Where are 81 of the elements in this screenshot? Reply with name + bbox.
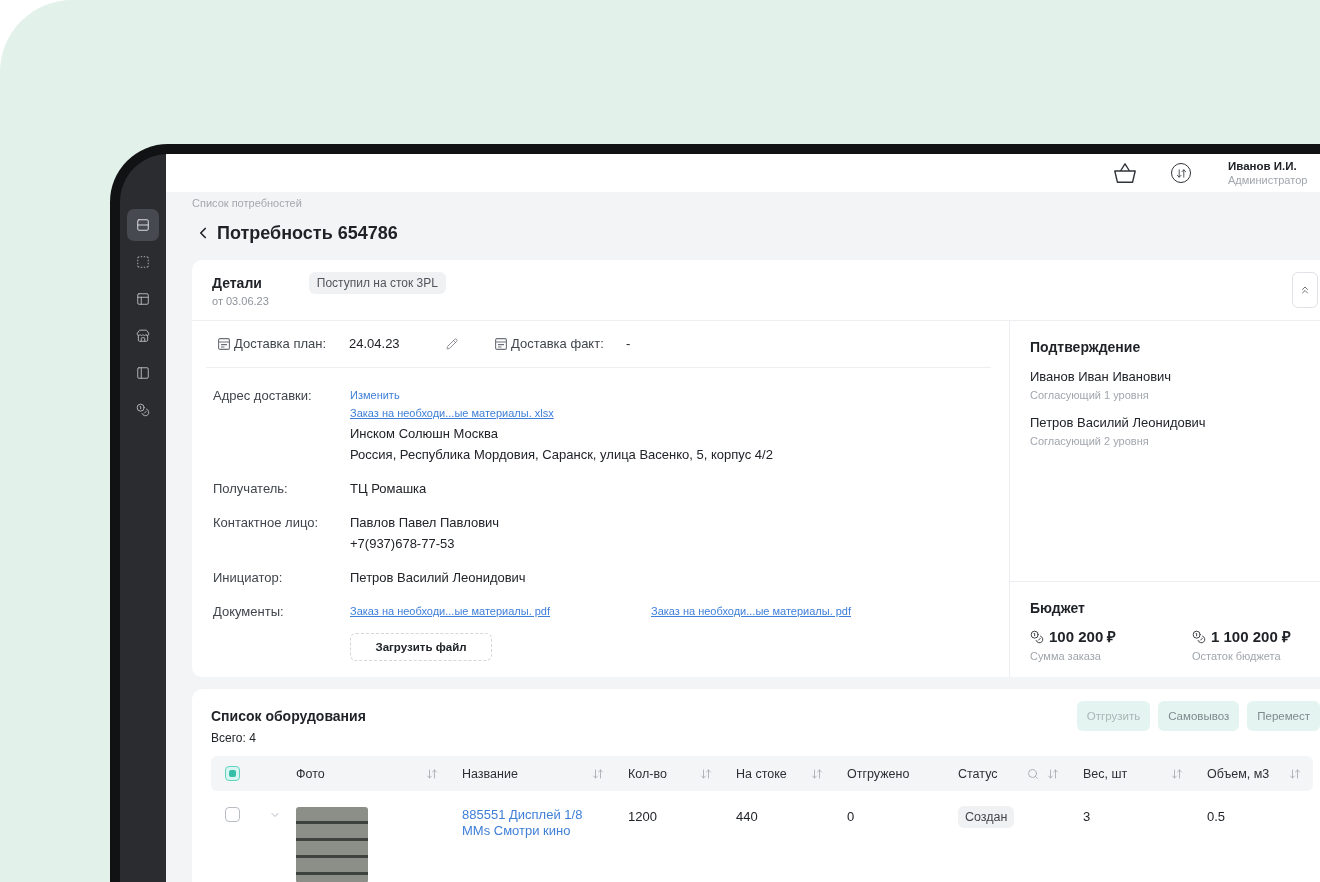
table-cell: 0: [847, 809, 855, 824]
dashed-square-icon: [136, 255, 150, 269]
column-header: На стоке: [736, 765, 787, 782]
budget-amount: 1 100 200 ₽: [1211, 627, 1291, 647]
column-header: Название: [462, 765, 518, 782]
sort-icon[interactable]: [592, 767, 604, 780]
basket-icon[interactable]: [1114, 163, 1136, 183]
breadcrumb-link[interactable]: Список потребностей: [192, 196, 302, 210]
field-label: Документы:: [213, 603, 285, 621]
column-header: Кол-во: [628, 765, 667, 782]
table-cell: 3: [1083, 809, 1091, 824]
field-value: Россия, Республика Мордовия, Саранск, улица Васенко, 5, корпус 4/2: [350, 446, 773, 464]
collapse-button[interactable]: [1292, 272, 1318, 308]
file-link[interactable]: Заказ на необходи...ые материалы. pdf: [350, 603, 551, 619]
budget-label: Сумма заказа: [1030, 649, 1101, 663]
action-button[interactable]: Самовывоз: [1158, 701, 1240, 731]
calendar-icon: [495, 338, 507, 350]
store-icon: [136, 329, 150, 343]
field-label: Доставка план:: [234, 335, 327, 353]
chevrons-up-icon: [1299, 284, 1311, 296]
coins-icon: [1192, 630, 1206, 644]
column-header: Отгружено: [847, 765, 910, 782]
sort-icon[interactable]: [1289, 767, 1301, 780]
approver-role: Согласующий 1 уровня: [1030, 388, 1149, 402]
search-icon[interactable]: [1027, 767, 1039, 780]
sort-icon[interactable]: [700, 767, 712, 780]
coins-icon: [1030, 630, 1044, 644]
status-badge: Поступил на сток 3PL: [308, 272, 446, 294]
coins-icon: [136, 403, 150, 417]
calendar-icon: [218, 338, 230, 350]
field-label: Получатель:: [213, 480, 289, 498]
field-value: ТЦ Ромашка: [350, 480, 427, 498]
date-text: от 03.06.23: [212, 294, 269, 308]
checkbox[interactable]: [225, 766, 240, 781]
change-link[interactable]: Изменить: [350, 387, 400, 403]
field-value: Петров Василий Леонидович: [350, 569, 526, 587]
sidebar-nav-button[interactable]: [127, 209, 159, 241]
file-link[interactable]: Заказ на необходи...ые материалы. pdf: [651, 603, 852, 619]
user-role: Администратор: [1228, 173, 1308, 187]
table-cell: 1200: [628, 809, 657, 824]
budget-amount: 100 200 ₽: [1049, 627, 1117, 647]
field-value: +7(937)678-77-53: [350, 535, 455, 553]
field-label: Доставка факт:: [511, 335, 604, 353]
field-label: Контактное лицо:: [213, 514, 320, 532]
upload-button[interactable]: Загрузить файл: [350, 633, 492, 661]
file-link[interactable]: Заказ на необходи...ые материалы. xlsx: [350, 405, 554, 421]
approver-role: Согласующий 2 уровня: [1030, 434, 1149, 448]
item-link[interactable]: 885551 Дисплей 1/8 MMs Смотри кино: [462, 807, 597, 839]
field-value: -: [626, 335, 632, 353]
rows-icon: [136, 218, 150, 232]
sort-icon[interactable]: [811, 767, 823, 780]
section-title: Бюджет: [1030, 599, 1085, 617]
page-title: Потребность 654786: [217, 222, 398, 245]
status-badge: Создан: [958, 806, 1015, 828]
user-name: Иванов И.И.: [1228, 159, 1298, 173]
sort-icon[interactable]: [426, 767, 438, 780]
field-label: Инициатор:: [213, 569, 284, 587]
table-cell: 440: [736, 809, 758, 824]
sidebar-layout-icon: [136, 366, 150, 380]
pencil-icon[interactable]: [446, 338, 459, 350]
section-title: Детали: [212, 274, 263, 292]
list-title: Список оборудования: [211, 707, 366, 725]
approver-name: Иванов Иван Иванович: [1030, 368, 1172, 386]
layout-icon: [136, 292, 150, 306]
approver-name: Петров Василий Леонидович: [1030, 414, 1206, 432]
column-header: Статус: [958, 765, 998, 782]
sort-icon[interactable]: [1171, 767, 1183, 780]
column-header: Вес, шт: [1083, 765, 1128, 782]
field-value: Инском Солюшн Москва: [350, 425, 498, 443]
total-count: Всего: 4: [211, 731, 256, 745]
column-header: Фото: [296, 765, 325, 782]
checkbox[interactable]: [225, 807, 240, 822]
budget-label: Остаток бюджета: [1192, 649, 1281, 663]
field-value: 24.04.23: [349, 335, 401, 353]
column-header: Объем, м3: [1207, 765, 1270, 782]
field-label: Адрес доставки:: [213, 387, 313, 405]
sort-icon[interactable]: [1047, 767, 1059, 780]
section-title: Подтверждение: [1030, 338, 1141, 356]
action-button[interactable]: Перемест: [1247, 701, 1320, 731]
field-value: Павлов Павел Павлович: [350, 514, 500, 532]
table-cell: 0.5: [1207, 809, 1226, 824]
